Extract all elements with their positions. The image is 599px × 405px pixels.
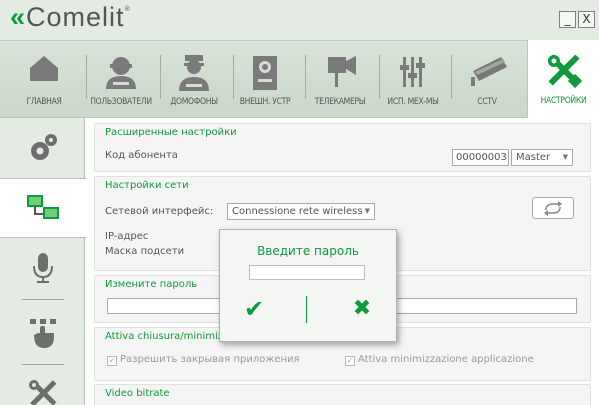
tab-concierge[interactable]: ДОМОФОНЫ — [158, 41, 230, 118]
actuator-icon — [400, 57, 425, 87]
logo-text: Comelit — [26, 2, 125, 32]
tab-actuators[interactable]: ИСП. МЕХ-МЫ — [377, 41, 449, 118]
checkmark-icon: ✓ — [345, 356, 355, 366]
sidebar-item-audio[interactable] — [0, 238, 85, 298]
sidebar-divider — [22, 299, 64, 300]
allow-close-label: Разрешить закрывая приложения — [120, 354, 300, 365]
allow-close-checkbox[interactable]: ✓ Разрешить закрывая приложения — [107, 354, 300, 366]
tab-users[interactable]: ПОЛЬЗОВАТЕЛИ — [85, 41, 157, 118]
cctv-icon — [471, 57, 507, 86]
role-select[interactable]: Master ▼ — [511, 149, 573, 166]
network-interface-label: Сетевой интерфейс: — [105, 206, 214, 217]
tab-actuators-label: ИСП. МЕХ-МЫ — [387, 97, 439, 107]
tab-settings[interactable]: НАСТРОЙКИ — [527, 40, 599, 120]
tab-settings-label: НАСТРОЙКИ — [540, 96, 587, 106]
enable-minimize-checkbox[interactable]: ✓ Attiva minimizzazione applicazione — [345, 354, 534, 366]
tab-users-label: ПОЛЬЗОВАТЕЛИ — [90, 97, 152, 107]
gears-icon — [30, 134, 57, 160]
password-dialog-input[interactable] — [249, 265, 365, 280]
refresh-icon — [544, 201, 562, 216]
dialog-separator — [306, 296, 307, 323]
cancel-button[interactable]: ✖ — [342, 291, 382, 327]
tab-cctv-label: CCTV — [477, 97, 497, 107]
comelit-logo: «Comelit® — [10, 2, 131, 33]
title-bar: «Comelit® _ X — [0, 0, 599, 40]
sidebar-item-advanced[interactable] — [0, 118, 85, 178]
concierge-icon — [179, 55, 209, 91]
tab-entrance-panels[interactable]: ВНЕШН. УСТР — [229, 41, 301, 118]
password-dialog: Введите пароль ✔ ✖ — [219, 229, 397, 342]
main-toolbar: ГЛАВНАЯ ПОЛЬЗОВАТЕЛИ ДОМОФОНЫ ВНЕШН. УСТ… — [0, 40, 599, 120]
tools-icon — [28, 379, 56, 405]
logo-mark: « — [10, 2, 25, 32]
camera-icon — [328, 56, 356, 87]
close-button[interactable]: X — [578, 11, 595, 28]
ip-address-label: IP-адрес — [105, 231, 149, 242]
tab-home[interactable]: ГЛАВНАЯ — [8, 41, 80, 118]
chevron-down-icon: ▼ — [562, 153, 568, 161]
confirm-button[interactable]: ✔ — [234, 291, 274, 327]
microphone-icon — [32, 253, 53, 283]
home-icon — [30, 56, 58, 81]
section-advanced: Расширенные настройки Код абонента 00000… — [94, 123, 591, 172]
tab-cameras-label: ТЕЛЕКАМЕРЫ — [314, 97, 366, 107]
touch-icon — [29, 319, 56, 348]
password-dialog-title: Введите пароль — [257, 244, 359, 258]
network-interface-select[interactable]: Connessione rete wireless ▼ — [227, 203, 375, 220]
section-advanced-title: Расширенные настройки — [105, 127, 237, 138]
user-icon — [106, 57, 136, 89]
section-password-title: Измените пароль — [105, 279, 198, 290]
section-video-bitrate: Video bitrate — [94, 384, 591, 405]
enable-minimize-label: Attiva minimizzazione applicazione — [358, 354, 534, 365]
tools-icon — [547, 54, 582, 88]
section-video-bitrate-title: Video bitrate — [105, 388, 170, 399]
registered-mark: ® — [124, 6, 131, 13]
close-icon: ✖ — [352, 296, 372, 321]
role-select-value: Master — [516, 152, 551, 163]
sidebar-item-network[interactable] — [0, 178, 86, 238]
chevron-down-icon: ▼ — [364, 207, 370, 215]
subnet-mask-label: Маска подсети — [105, 246, 185, 257]
checkmark-icon: ✔ — [243, 295, 265, 323]
sidebar-item-maintenance[interactable] — [0, 365, 85, 405]
network-icon — [27, 195, 59, 219]
subscriber-code-label: Код абонента — [105, 150, 178, 161]
checkmark-icon: ✓ — [107, 356, 117, 366]
tab-entrance-panels-label: ВНЕШН. УСТР — [239, 97, 291, 107]
entrance-panel-icon — [253, 56, 277, 90]
section-network-title: Настройки сети — [105, 180, 189, 191]
refresh-button[interactable] — [532, 197, 574, 219]
tab-cctv[interactable]: CCTV — [451, 41, 523, 118]
sidebar-item-touch[interactable] — [0, 303, 85, 363]
network-interface-value: Connessione rete wireless — [232, 206, 363, 217]
subscriber-code-field[interactable]: 00000003 — [452, 149, 509, 166]
tab-cameras[interactable]: ТЕЛЕКАМЕРЫ — [304, 41, 376, 118]
minimize-button[interactable]: _ — [559, 11, 576, 28]
section-closing-title: Attiva chiusura/minimizz — [105, 331, 229, 342]
settings-sidebar — [0, 118, 86, 405]
tab-home-label: ГЛАВНАЯ — [26, 97, 62, 107]
